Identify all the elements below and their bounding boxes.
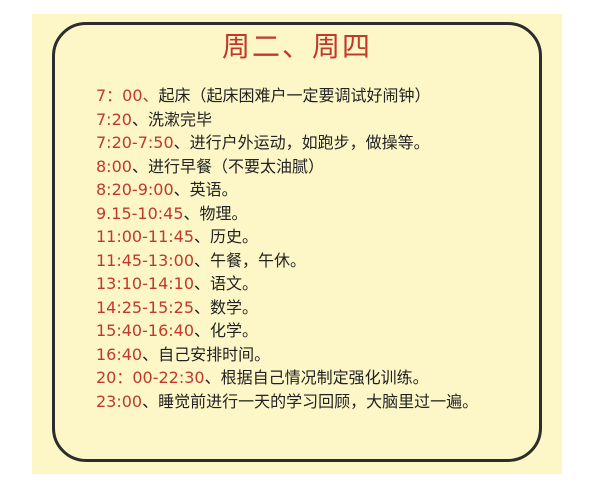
schedule-item: 20：00-22:30、根据自己情况制定强化训练。 bbox=[96, 366, 536, 390]
schedule-time: 16:40 bbox=[96, 344, 143, 364]
schedule-list: 7：00、起床（起床困难户一定要调试好闹钟） 7:20、洗漱完毕 7:20-7:… bbox=[96, 84, 536, 413]
schedule-time: 7:20-7:50 bbox=[96, 133, 174, 152]
schedule-time: 20：00-22:30 bbox=[96, 368, 205, 387]
page-title: 周二、周四 bbox=[221, 30, 372, 63]
schedule-item: 11:00-11:45、历史。 bbox=[96, 225, 536, 249]
schedule-text: 、历史。 bbox=[194, 227, 259, 246]
schedule-text: 、物理。 bbox=[183, 203, 248, 223]
schedule-time: 13:10-14:10 bbox=[96, 274, 194, 293]
schedule-time: 11:45-13:00 bbox=[96, 250, 194, 270]
schedule-item: 8:00、进行早餐（不要太油腻） bbox=[96, 155, 536, 179]
schedule-time: 8:00 bbox=[96, 156, 132, 176]
schedule-text: 、英语。 bbox=[173, 180, 238, 199]
schedule-time: 11:00-11:45 bbox=[96, 227, 194, 246]
schedule-item: 13:10-14:10、语文。 bbox=[96, 272, 536, 296]
schedule-text: 、进行早餐（不要太油腻） bbox=[131, 156, 324, 176]
schedule-time: 23:00 bbox=[96, 391, 143, 411]
schedule-text: 、自己安排时间。 bbox=[142, 344, 271, 364]
schedule-time: 15:40-16:40 bbox=[96, 321, 194, 340]
schedule-text: 、化学。 bbox=[194, 321, 259, 340]
schedule-text: 、根据自己情况制定强化训练。 bbox=[204, 368, 429, 387]
schedule-time: 14:25-15:25 bbox=[96, 297, 194, 317]
schedule-text: 起床（起床困难户一定要调试好闹钟） bbox=[158, 86, 431, 105]
schedule-text: 、数学。 bbox=[194, 297, 259, 317]
schedule-text: 、午餐，午休。 bbox=[194, 250, 307, 270]
canvas: 周二、周四 7：00、起床（起床困难户一定要调试好闹钟） 7:20、洗漱完毕 7… bbox=[0, 0, 598, 489]
schedule-item: 8:20-9:00、英语。 bbox=[96, 178, 536, 202]
schedule-item: 7：00、起床（起床困难户一定要调试好闹钟） bbox=[96, 84, 536, 108]
schedule-time: 9.15-10:45 bbox=[96, 203, 184, 223]
schedule-text: 、进行户外运动，如跑步，做操等。 bbox=[173, 133, 430, 152]
schedule-item: 11:45-13:00、午餐，午休。 bbox=[96, 249, 536, 273]
schedule-time: 8:20-9:00 bbox=[96, 180, 174, 199]
schedule-item: 23:00、睡觉前进行一天的学习回顾，大脑里过一遍。 bbox=[96, 390, 520, 414]
schedule-text: 、洗漱完毕 bbox=[131, 109, 212, 129]
schedule-item: 9.15-10:45、物理。 bbox=[96, 202, 536, 226]
schedule-item: 7:20、洗漱完毕 bbox=[96, 108, 536, 132]
schedule-item: 16:40、自己安排时间。 bbox=[96, 343, 536, 367]
schedule-time: 7:20 bbox=[96, 109, 132, 129]
schedule-item: 14:25-15:25、数学。 bbox=[96, 296, 536, 320]
schedule-item: 15:40-16:40、化学。 bbox=[96, 319, 536, 343]
schedule-text: 、语文。 bbox=[194, 274, 259, 293]
schedule-item: 7:20-7:50、进行户外运动，如跑步，做操等。 bbox=[96, 131, 536, 155]
schedule-time: 7：00、 bbox=[96, 86, 159, 105]
schedule-text: 、睡觉前进行一天的学习回顾，大脑里过一遍。 bbox=[142, 391, 479, 411]
